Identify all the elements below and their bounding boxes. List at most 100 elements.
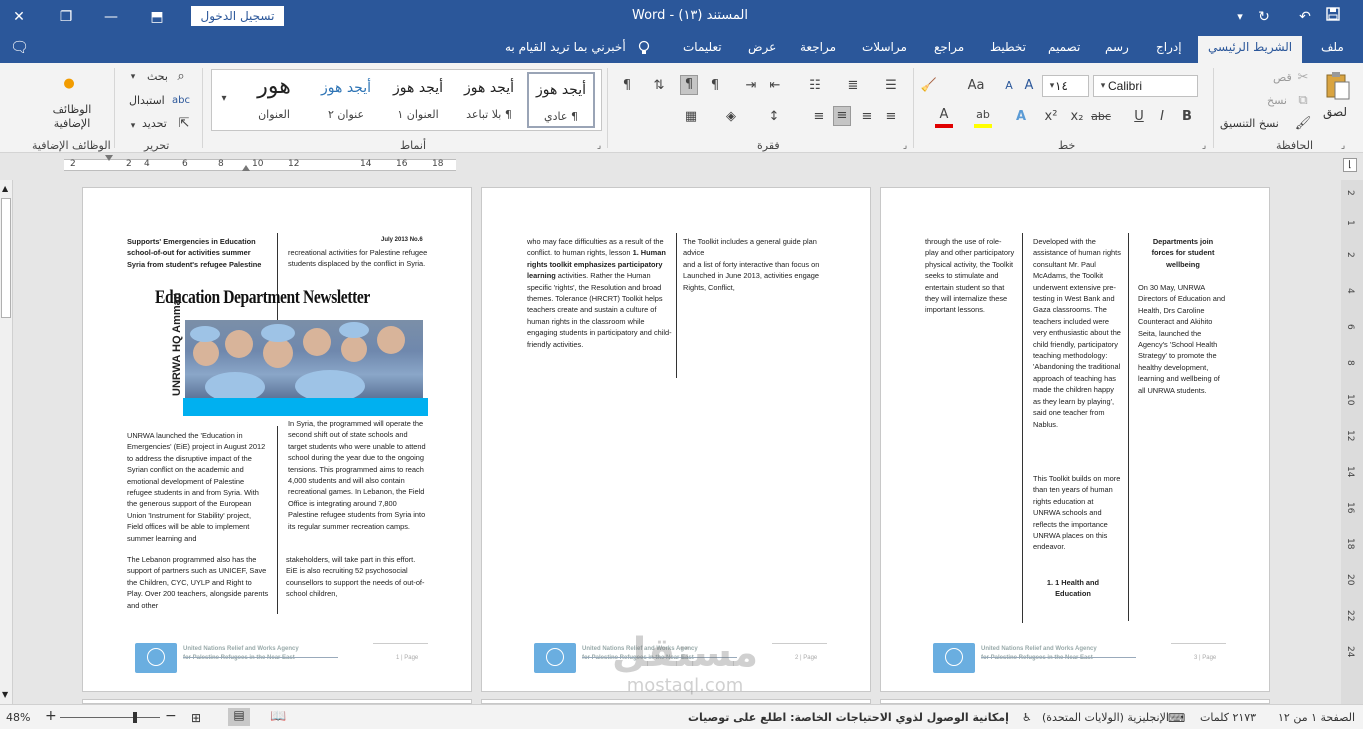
document-page-2[interactable]: who may face difficulties as a result of…: [481, 187, 871, 692]
sign-in-button[interactable]: تسجيل الدخول: [191, 6, 284, 26]
scroll-down-icon[interactable]: ▼: [2, 690, 8, 699]
font-size-dropdown-icon[interactable]: ▾: [1043, 77, 1061, 95]
font-launcher-icon[interactable]: ⌟: [1195, 137, 1213, 155]
addins-button[interactable]: الوظائف الإضافية: [38, 103, 106, 131]
style-heading-2[interactable]: أيجد هوز عنوان ٢: [312, 72, 380, 128]
copy-icon[interactable]: ⧉: [1294, 92, 1312, 110]
tab-design[interactable]: تصميم: [1048, 40, 1080, 54]
tab-view[interactable]: عرض: [748, 40, 776, 54]
save-icon[interactable]: [1322, 7, 1344, 27]
shrink-font-icon[interactable]: A: [1000, 77, 1018, 95]
sort-icon[interactable]: ⇅: [650, 77, 668, 95]
underline-button[interactable]: U: [1130, 108, 1148, 126]
font-color-button[interactable]: A: [935, 106, 953, 128]
tab-help[interactable]: تعليمات: [683, 40, 722, 54]
paste-button[interactable]: لصق: [1323, 105, 1347, 119]
tab-home[interactable]: الشريط الرئيسي: [1198, 36, 1303, 63]
select-button[interactable]: تحديد: [142, 117, 167, 130]
redo-icon[interactable]: ↻: [1253, 7, 1275, 27]
accessibility-status[interactable]: إمكانية الوصول لذوي الاحتياجات الخاصة: ا…: [688, 711, 1009, 724]
vertical-scrollbar[interactable]: ▲ ▼: [0, 180, 13, 704]
document-page-3[interactable]: through the use of role- play and other …: [880, 187, 1270, 692]
increase-indent-icon[interactable]: ⇥: [742, 77, 760, 95]
search-icon[interactable]: ⌕: [172, 68, 190, 86]
subscript-button[interactable]: x₂: [1068, 108, 1086, 126]
justify-icon[interactable]: ≡: [810, 108, 828, 126]
clear-formatting-icon[interactable]: 🧹: [920, 77, 938, 95]
ribbon-display-options-icon[interactable]: ⬒: [146, 7, 168, 27]
tab-file[interactable]: ملف: [1321, 40, 1344, 54]
zoom-in-button[interactable]: +: [45, 708, 57, 724]
cut-button[interactable]: قص: [1273, 71, 1292, 84]
addins-icon[interactable]: ●: [60, 75, 78, 93]
tab-references[interactable]: مراجع: [934, 40, 964, 54]
decrease-indent-icon[interactable]: ⇤: [766, 77, 784, 95]
customize-toolbar-icon[interactable]: ▾: [1229, 7, 1251, 27]
strikethrough-button[interactable]: abc: [1090, 108, 1112, 126]
comments-icon[interactable]: 🗨: [10, 38, 29, 56]
ltr-direction-icon[interactable]: ¶: [706, 77, 724, 95]
print-layout-icon[interactable]: ▤: [228, 708, 250, 726]
clipboard-launcher-icon[interactable]: ⌟: [1334, 137, 1352, 155]
text-effects-button[interactable]: A: [1012, 108, 1030, 126]
document-page-1[interactable]: Supports' Emergencies in Education schoo…: [82, 187, 472, 692]
tab-stop-selector[interactable]: ⌊: [1343, 158, 1357, 172]
borders-icon[interactable]: ▦: [682, 108, 700, 126]
zoom-slider-track[interactable]: [60, 717, 160, 718]
format-painter-button[interactable]: نسخ التنسيق: [1220, 117, 1279, 130]
tab-draw[interactable]: رسم: [1105, 40, 1129, 54]
multilevel-list-icon[interactable]: ☷: [806, 77, 824, 95]
tab-insert[interactable]: إدراج: [1156, 40, 1182, 54]
zoom-level[interactable]: 48%: [6, 711, 30, 724]
close-icon[interactable]: ✕: [8, 7, 30, 27]
read-mode-icon[interactable]: 📖: [270, 709, 286, 724]
tab-review[interactable]: مراجعة: [800, 40, 836, 54]
language-indicator[interactable]: الإنجليزية (الولايات المتحدة): [1042, 711, 1169, 724]
right-indent-marker[interactable]: [242, 165, 250, 171]
page-count[interactable]: الصفحة ١ من ١٢: [1278, 711, 1355, 724]
undo-icon[interactable]: ↶: [1294, 7, 1316, 27]
accessibility-icon[interactable]: ♿: [1022, 711, 1032, 724]
replace-icon[interactable]: abc: [172, 92, 190, 110]
proofing-icon[interactable]: ⌨: [1168, 711, 1185, 725]
style-no-spacing[interactable]: أيجد هوز ¶ بلا تباعد: [455, 72, 523, 128]
select-dropdown-icon[interactable]: ▾: [124, 117, 142, 135]
horizontal-ruler[interactable]: 2 2 4 6 8 10 12 14 16 18: [64, 159, 456, 171]
rtl-direction-icon[interactable]: ¶: [680, 75, 698, 95]
children-photo[interactable]: [185, 320, 423, 398]
zoom-slider-thumb[interactable]: [133, 712, 137, 723]
word-count[interactable]: ٢١٧٣ كلمات: [1200, 711, 1256, 724]
copy-button[interactable]: نسخ: [1267, 94, 1287, 107]
align-right-icon[interactable]: ≡: [882, 108, 900, 126]
select-cursor-icon[interactable]: ⇱: [175, 115, 193, 133]
zoom-out-button[interactable]: −: [165, 708, 177, 724]
first-line-indent-marker[interactable]: [105, 155, 113, 161]
replace-button[interactable]: استبدال: [129, 94, 165, 107]
style-title[interactable]: هور العنوان: [240, 72, 308, 128]
bullets-icon[interactable]: ☰: [882, 77, 900, 95]
show-formatting-icon[interactable]: ¶: [618, 77, 636, 95]
highlight-button[interactable]: ab: [974, 106, 992, 128]
scroll-thumb[interactable]: [1, 198, 11, 318]
tab-mailings[interactable]: مراسلات: [862, 40, 907, 54]
scroll-up-icon[interactable]: ▲: [2, 184, 8, 193]
styles-launcher-icon[interactable]: ⌟: [590, 137, 608, 155]
scissors-icon[interactable]: ✂: [1294, 69, 1312, 87]
web-layout-icon[interactable]: ⊞: [191, 711, 201, 725]
italic-button[interactable]: I: [1153, 108, 1171, 126]
grow-font-icon[interactable]: A: [1020, 77, 1038, 95]
shading-icon[interactable]: ◈: [722, 108, 740, 126]
align-center-icon[interactable]: ≡: [858, 108, 876, 126]
superscript-button[interactable]: x²: [1042, 108, 1060, 126]
bold-button[interactable]: B: [1178, 108, 1196, 126]
line-spacing-icon[interactable]: ↕: [765, 108, 783, 126]
paste-icon[interactable]: [1323, 71, 1353, 101]
style-normal[interactable]: أيجد هوز ¶ عادي: [527, 72, 595, 128]
tell-me-search[interactable]: أخبرني بما تريد القيام به: [505, 40, 626, 54]
tab-layout[interactable]: تخطيط: [990, 40, 1026, 54]
align-left-icon[interactable]: ≡: [833, 106, 851, 126]
change-case-icon[interactable]: Aa: [963, 77, 989, 95]
font-name-dropdown-icon[interactable]: ▾: [1094, 77, 1112, 95]
paragraph-launcher-icon[interactable]: ⌟: [896, 137, 914, 155]
styles-more-icon[interactable]: ▾: [215, 90, 233, 108]
